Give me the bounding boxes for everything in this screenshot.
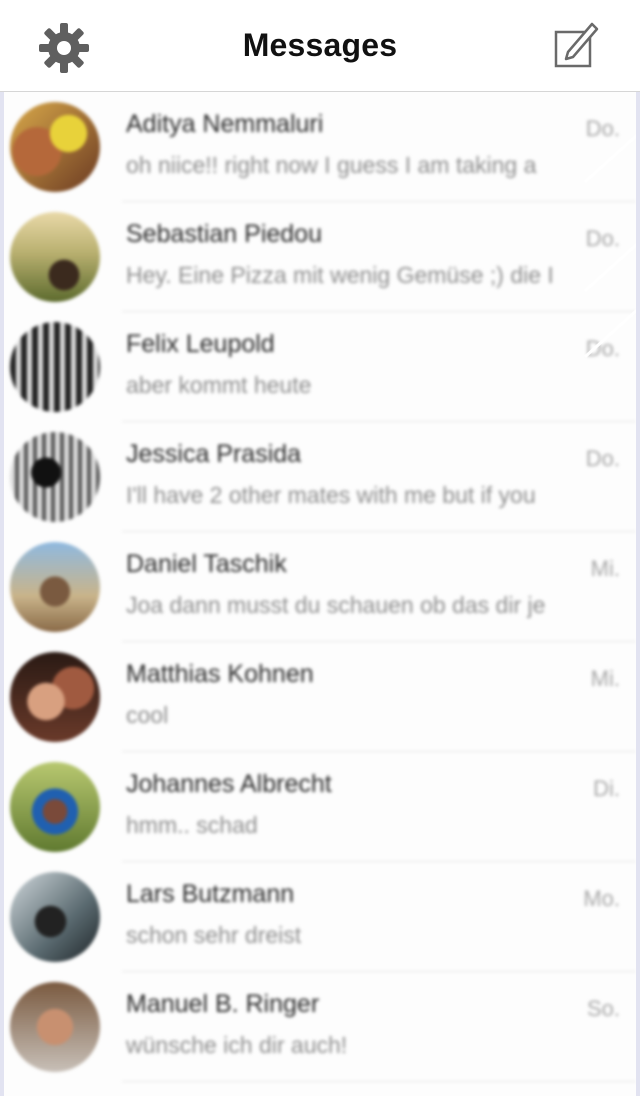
contact-name: Manuel B. Ringer bbox=[126, 990, 320, 1018]
message-date: So. bbox=[586, 996, 620, 1021]
conversation-row[interactable]: Aditya Nemmaluri oh niice!! right now I g… bbox=[4, 92, 636, 202]
message-preview: Hey. Eine Pizza mit wenig Gemüse ;) die … bbox=[126, 262, 554, 288]
message-preview: oh niice!! right now I guess I am taking… bbox=[126, 152, 537, 178]
contact-name: Daniel Taschik bbox=[126, 550, 287, 578]
message-date: Mi. bbox=[590, 556, 620, 581]
message-date: Di. bbox=[593, 776, 620, 801]
message-preview: I'll have 2 other mates with me but if y… bbox=[126, 482, 536, 508]
avatar bbox=[10, 982, 100, 1072]
avatar bbox=[10, 872, 100, 962]
contact-name: Jessica Prasida bbox=[126, 440, 302, 468]
message-date: Do. bbox=[585, 116, 620, 141]
contact-name: Lars Butzmann bbox=[126, 880, 295, 908]
message-date: Do. bbox=[585, 446, 620, 471]
conversation-row[interactable]: Daniel Taschik Joa dann musst du schauen … bbox=[4, 532, 636, 642]
message-preview: wünsche ich dir auch! bbox=[126, 1032, 348, 1058]
conversation-row[interactable]: Lars Butzmann schon sehr dreist Mo. bbox=[4, 862, 636, 972]
message-preview: aber kommt heute bbox=[126, 372, 312, 398]
message-preview: schon sehr dreist bbox=[126, 922, 302, 948]
avatar bbox=[10, 432, 100, 522]
conversation-row[interactable]: Sebastian Piedou Hey. Eine Pizza mit weni… bbox=[4, 202, 636, 312]
conversation-list[interactable]: Aditya Nemmaluri oh niice!! right now I g… bbox=[0, 92, 640, 1096]
message-preview: cool bbox=[126, 702, 169, 728]
message-preview: hmm.. schad bbox=[126, 812, 258, 838]
message-date: Do. bbox=[585, 226, 620, 251]
nav-bar: Messages bbox=[0, 0, 640, 92]
avatar bbox=[10, 762, 100, 852]
message-date: Mi. bbox=[590, 666, 620, 691]
contact-name: Felix Leupold bbox=[126, 330, 275, 358]
page-title: Messages bbox=[242, 27, 398, 63]
contact-name: Johannes Albrecht bbox=[126, 770, 332, 798]
conversation-row[interactable]: Johannes Albrecht hmm.. schad Di. bbox=[4, 752, 636, 862]
compose-button[interactable] bbox=[548, 18, 604, 74]
compose-icon bbox=[554, 22, 599, 68]
contact-name: Matthias Kohnen bbox=[126, 660, 314, 688]
contact-name: Aditya Nemmaluri bbox=[126, 110, 324, 138]
avatar bbox=[10, 542, 100, 632]
avatar bbox=[10, 212, 100, 302]
conversation-row[interactable]: Felix Leupold aber kommt heute Do. bbox=[4, 312, 636, 422]
contact-name: Sebastian Piedou bbox=[126, 220, 322, 248]
conversation-row[interactable]: Manuel B. Ringer wünsche ich dir auch! So. bbox=[4, 972, 636, 1082]
message-preview: Joa dann musst du schauen ob das dir je bbox=[126, 592, 546, 618]
avatar bbox=[10, 322, 100, 412]
avatar bbox=[10, 652, 100, 742]
avatar bbox=[10, 102, 100, 192]
conversation-row[interactable]: Matthias Kohnen cool Mi. bbox=[4, 642, 636, 752]
conversation-row[interactable]: Jessica Prasida I'll have 2 other mates w… bbox=[4, 422, 636, 532]
message-date: Mo. bbox=[583, 886, 620, 911]
